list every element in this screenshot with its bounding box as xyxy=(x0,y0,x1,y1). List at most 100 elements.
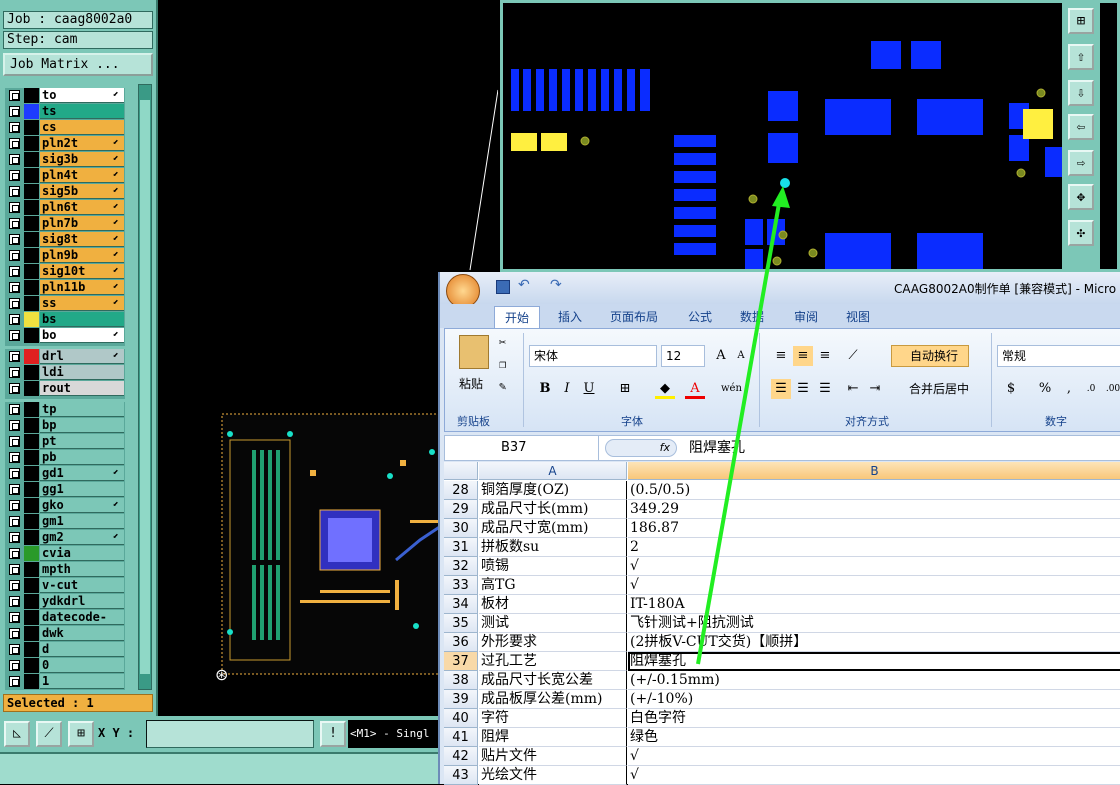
cell-b[interactable]: 飞针测试+阻抗测试 xyxy=(628,614,1120,633)
format-painter-icon[interactable]: ✎ xyxy=(499,379,506,393)
tab-insert[interactable]: 插入 xyxy=(548,306,592,328)
row-number[interactable]: 42 xyxy=(444,747,478,766)
align-right-icon[interactable]: ☰ xyxy=(815,379,835,399)
zoom-view[interactable] xyxy=(500,0,1120,272)
layer-color-swatch[interactable] xyxy=(24,104,39,119)
layer-checkbox[interactable] xyxy=(9,468,20,479)
layer-color-swatch[interactable] xyxy=(24,514,39,529)
layer-checkbox[interactable] xyxy=(9,330,20,341)
border-icon[interactable]: ⊞ xyxy=(615,379,635,399)
cell-b[interactable]: (0.5/0.5) xyxy=(628,481,1120,500)
zoom-fit-icon[interactable]: ✥ xyxy=(1068,184,1094,210)
cell-a[interactable]: 铜箔厚度(OZ) xyxy=(479,481,627,500)
layer-name[interactable]: cvia xyxy=(40,546,124,561)
increase-indent-icon[interactable]: ⇥ xyxy=(865,379,885,399)
row-number[interactable]: 39 xyxy=(444,690,478,709)
layer-row-ydkdrl[interactable]: ydkdrl xyxy=(5,594,125,609)
undo-icon[interactable]: ↶ xyxy=(518,277,530,293)
layer-checkbox[interactable] xyxy=(9,218,20,229)
column-header-b[interactable]: B xyxy=(628,462,1120,480)
shrink-font-icon[interactable]: A xyxy=(731,346,751,366)
layer-row-sig8t[interactable]: sig8t ⬋ xyxy=(5,232,125,247)
layer-color-swatch[interactable] xyxy=(24,562,39,577)
layer-row-ts[interactable]: ts xyxy=(5,104,125,119)
layer-name[interactable]: sig3b xyxy=(40,152,124,167)
layer-color-swatch[interactable] xyxy=(24,466,39,481)
layer-row-ldi[interactable]: ldi xyxy=(5,365,125,380)
layer-name[interactable]: pln6t xyxy=(40,200,124,215)
warning-icon[interactable]: ! xyxy=(320,721,346,747)
layer-name[interactable]: gko xyxy=(40,498,124,513)
measure-icon[interactable]: ◺ xyxy=(4,721,30,747)
align-middle-icon[interactable]: ≡ xyxy=(793,346,813,366)
layer-row-gg1[interactable]: gg1 xyxy=(5,482,125,497)
row-number[interactable]: 33 xyxy=(444,576,478,595)
comma-icon[interactable]: , xyxy=(1059,379,1079,399)
layer-row-cs[interactable]: cs xyxy=(5,120,125,135)
layer-row-sig5b[interactable]: sig5b ⬋ xyxy=(5,184,125,199)
layer-name[interactable]: 0 xyxy=(40,658,124,673)
layer-color-swatch[interactable] xyxy=(24,626,39,641)
layer-row-pln9b[interactable]: pln9b ⬋ xyxy=(5,248,125,263)
fill-color-icon[interactable]: ◆ xyxy=(655,379,675,399)
layer-color-swatch[interactable] xyxy=(24,365,39,380)
layer-row-bp[interactable]: bp xyxy=(5,418,125,433)
align-left-icon[interactable]: ☰ xyxy=(771,379,791,399)
layer-color-swatch[interactable] xyxy=(24,594,39,609)
cell-a[interactable]: 成品尺寸长宽公差 xyxy=(479,671,627,690)
layer-color-swatch[interactable] xyxy=(24,296,39,311)
layer-row-gko[interactable]: gko ⬋ xyxy=(5,498,125,513)
align-top-icon[interactable]: ≡ xyxy=(771,346,791,366)
cell-b[interactable]: √ xyxy=(628,557,1120,576)
layer-name[interactable]: mpth xyxy=(40,562,124,577)
layer-row-gm1[interactable]: gm1 xyxy=(5,514,125,529)
cell-b[interactable]: IT-180A xyxy=(628,595,1120,614)
layer-name[interactable]: tp xyxy=(40,402,124,417)
layer-checkbox[interactable] xyxy=(9,186,20,197)
cell-a[interactable]: 成品板厚公差(mm) xyxy=(479,690,627,709)
layer-name[interactable]: d xyxy=(40,642,124,657)
layer-name[interactable]: pln7b xyxy=(40,216,124,231)
layer-row-pt[interactable]: pt xyxy=(5,434,125,449)
layer-color-swatch[interactable] xyxy=(24,658,39,673)
scrollbar-thumb[interactable] xyxy=(140,100,150,674)
layer-checkbox[interactable] xyxy=(9,170,20,181)
row-number[interactable]: 35 xyxy=(444,614,478,633)
layer-color-swatch[interactable] xyxy=(24,418,39,433)
layer-checkbox[interactable] xyxy=(9,484,20,495)
layer-checkbox[interactable] xyxy=(9,564,20,575)
increase-decimal-icon[interactable]: .0 xyxy=(1081,379,1101,399)
cell-b[interactable]: 2 xyxy=(628,538,1120,557)
layer-color-swatch[interactable] xyxy=(24,184,39,199)
layer-color-swatch[interactable] xyxy=(24,610,39,625)
layer-row-sig3b[interactable]: sig3b ⬋ xyxy=(5,152,125,167)
cell-b[interactable]: (2拼板V-CUT交货)【顺拼】 xyxy=(628,633,1120,652)
layer-name[interactable]: datecode-pte xyxy=(40,610,124,638)
layer-checkbox[interactable] xyxy=(9,516,20,527)
layer-name[interactable]: pln11b xyxy=(40,280,124,295)
name-box[interactable]: B37 xyxy=(445,436,599,460)
redo-icon[interactable]: ↷ xyxy=(550,277,562,293)
xy-input[interactable] xyxy=(146,720,314,748)
layer-name[interactable]: ydkdrl xyxy=(40,594,124,609)
layer-checkbox[interactable] xyxy=(9,452,20,463)
layer-checkbox[interactable] xyxy=(9,500,20,511)
layer-row-gd1[interactable]: gd1 ⬋ xyxy=(5,466,125,481)
layer-name[interactable]: to xyxy=(40,88,124,103)
underline-icon[interactable]: U xyxy=(579,379,599,399)
row-number[interactable]: 28 xyxy=(444,481,478,500)
layer-checkbox[interactable] xyxy=(9,250,20,261)
layer-color-swatch[interactable] xyxy=(24,152,39,167)
layer-checkbox[interactable] xyxy=(9,106,20,117)
layer-name[interactable]: drl xyxy=(40,349,124,364)
layer-checkbox[interactable] xyxy=(9,266,20,277)
tab-data[interactable]: 数据 xyxy=(730,306,774,328)
wrap-text-button[interactable]: 自动换行 xyxy=(891,345,969,367)
layer-name[interactable]: dwk xyxy=(40,626,124,641)
office-button-icon[interactable] xyxy=(446,274,480,308)
layer-name[interactable]: ss xyxy=(40,296,124,311)
layer-name[interactable]: gd1 xyxy=(40,466,124,481)
layer-name[interactable]: pt xyxy=(40,434,124,449)
select-all-corner[interactable] xyxy=(444,462,478,480)
layer-row-pln6t[interactable]: pln6t ⬋ xyxy=(5,200,125,215)
